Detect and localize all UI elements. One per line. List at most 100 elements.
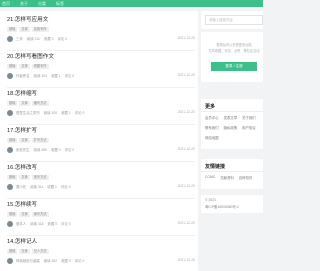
tag[interactable]: 应用写作 [31,27,49,32]
icp-license[interactable]: 粤ICP备18005380号-2 [205,204,239,209]
comment-count: 评论 0 [64,148,75,152]
divider [7,161,195,162]
divider [201,171,263,172]
tag[interactable]: 基础 [7,249,18,254]
article-meta: 阿我她说与朋霖 阅读 302 收藏 0 评论 0 2021-12-20 [7,257,195,264]
top-nav-bar: 首页 关于 分类 标签 [0,0,263,7]
author-name[interactable]: 作者佚名 [16,73,30,78]
article-title[interactable]: 20.怎样写看图作文 [7,54,195,61]
more-link[interactable]: 网站地图 [205,135,219,140]
more-links-row: 网站地图 [205,135,219,140]
tag[interactable]: 文体 [19,212,30,217]
avatar [7,183,13,190]
tag[interactable]: 看图写作 [31,64,49,69]
tag[interactable]: 基础 [7,138,18,143]
view-count: 阅读 211 [26,37,40,41]
avatar [7,146,13,153]
tag[interactable]: 文体 [19,175,30,180]
comment-count: 评论 0 [74,259,85,263]
tag[interactable]: 基础 [7,212,18,217]
tag[interactable]: 基础 [7,27,18,32]
tag[interactable]: 基础 [7,175,18,180]
like-count: 收藏 1 [61,111,71,115]
article-item[interactable]: 18.怎样缩写 基础 文体 缩写方法 很是生活之类书 阅读 320 收藏 1 评… [7,91,195,116]
publish-date: 2021-12-20 [177,184,195,188]
divider [7,87,195,88]
tag[interactable]: 基础 [7,101,18,106]
article-meta: 作者佚名 阅读 304 收藏 1 评论 0 2021-12-20 [7,72,195,79]
friend-link[interactable]: CCMC [205,175,215,180]
article-item[interactable]: 16.怎样改写 基础 文体 改写方法 周小在 阅读 311 收藏 1 评论 0 … [7,165,195,190]
like-count: 收藏 1 [47,185,57,189]
article-item[interactable]: 20.怎样写看图作文 基础 文体 看图写作 作者佚名 阅读 304 收藏 1 评… [7,54,195,79]
tag[interactable]: 文体 [19,27,30,32]
nav-item-category[interactable]: 分类 [38,0,46,7]
more-link[interactable]: 发表文章 [224,115,238,120]
more-title: 更多 [205,104,216,110]
tag[interactable]: 文体 [19,64,30,69]
more-links-row: 会员中心 发表文章 关于我们 [205,115,256,120]
divider [7,235,195,236]
author-name[interactable]: 三享 [16,36,23,41]
comment-count: 评论 0 [61,222,71,226]
search-panel: 请输入搜索内容 [201,11,263,29]
login-panel: 登录后可以享受更多功能 文章收藏、评论、点赞、等社区互动 登录 / 注册 [201,32,263,82]
article-tags: 基础 文体 缩写方法 [7,101,195,106]
article-item[interactable]: 21.怎样写应用文 基础 文体 应用写作 三享 阅读 211 收藏 0 评论 0… [7,17,195,42]
friend-links-title: 友情链接 [205,164,226,170]
tag[interactable]: 缩写方法 [31,101,49,106]
author-name[interactable]: 张老先生 [16,147,30,152]
author-name[interactable]: 周小在 [16,184,26,189]
article-title[interactable]: 15.怎样续写 [7,202,195,209]
friend-link[interactable]: 文献资料 [220,175,234,180]
view-count: 阅读 311 [30,185,44,189]
publish-date: 2021-12-20 [177,221,195,225]
like-count: 收藏 0 [47,222,58,226]
author-name[interactable]: 很是生活之类书 [16,110,40,115]
article-meta: 张老先生 阅读 289 收藏 0 评论 0 2021-12-20 [7,146,195,153]
nav-item-tags[interactable]: 标签 [56,0,64,7]
top-nav: 首页 关于 分类 标签 [2,0,64,7]
article-title[interactable]: 21.怎样写应用文 [7,17,195,24]
search-input[interactable]: 请输入搜索内容 [205,15,263,25]
article-list: 21.怎样写应用文 基础 文体 应用写作 三享 阅读 211 收藏 0 评论 0… [0,11,198,271]
comment-count: 评论 0 [60,185,71,189]
more-link[interactable]: 会员中心 [205,115,219,120]
article-tags: 基础 文体 应用写作 [7,27,195,32]
article-title[interactable]: 16.怎样改写 [7,165,195,172]
more-link[interactable]: 联系我们 [205,125,219,130]
more-link[interactable]: 隐私政策 [224,125,238,130]
article-tags: 基础 文体 扩写方法 [7,138,195,143]
tag[interactable]: 文体 [19,138,30,143]
article-title[interactable]: 18.怎样缩写 [7,91,195,98]
tag[interactable]: 扩写方法 [31,138,49,143]
tag[interactable]: 记人方法 [31,249,49,254]
article-meta: 周小在 阅读 311 收藏 1 评论 0 2021-12-20 [7,183,195,190]
copyright: © 2021 [205,198,216,202]
tag[interactable]: 改写方法 [31,175,49,180]
avatar [7,72,13,79]
tag[interactable]: 文体 [19,101,30,106]
login-hint-detail: 文章收藏、评论、点赞、等社区互动 [208,49,260,53]
author-name[interactable]: 阿我她说与朋霖 [16,258,40,263]
article-item[interactable]: 14.怎样记人 基础 文体 记人方法 阿我她说与朋霖 阅读 302 收藏 0 评… [7,239,195,264]
login-button[interactable]: 登录 / 注册 [211,62,257,71]
more-link[interactable]: 关于我们 [242,115,256,120]
article-item[interactable]: 17.怎样扩写 基础 文体 扩写方法 张老先生 阅读 289 收藏 0 评论 0… [7,128,195,153]
article-title[interactable]: 17.怎样扩写 [7,128,195,135]
author-name[interactable]: 基本人 [16,221,26,226]
nav-item-about[interactable]: 关于 [20,0,28,7]
article-title[interactable]: 14.怎样记人 [7,239,195,246]
publish-date: 2021-12-20 [177,110,195,114]
tag[interactable]: 续写方法 [31,212,49,217]
more-link[interactable]: 用户协议 [242,125,256,130]
tag[interactable]: 基础 [7,64,18,69]
friend-link[interactable]: 百科知识 [239,175,253,180]
article-meta: 基本人 阅读 318 收藏 0 评论 0 2021-12-20 [7,220,195,227]
divider [7,198,195,199]
like-count: 收藏 0 [50,148,61,152]
more-links-row: 联系我们 隐私政策 用户协议 [205,125,256,130]
article-item[interactable]: 15.怎样续写 基础 文体 续写方法 基本人 阅读 318 收藏 0 评论 0 … [7,202,195,227]
tag[interactable]: 文体 [19,249,30,254]
nav-item-home[interactable]: 首页 [2,0,10,7]
